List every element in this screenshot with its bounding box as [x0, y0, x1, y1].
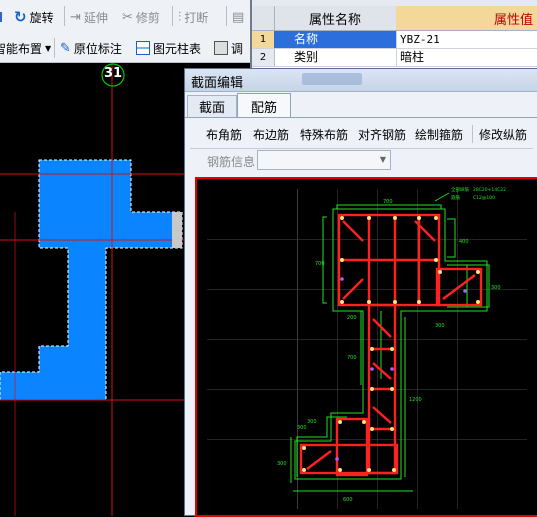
annotation-text: C12@100 — [473, 195, 495, 201]
rotate-button[interactable]: ↻ 旋转 — [14, 0, 54, 34]
dimension-label: 200 — [347, 315, 357, 321]
annotation-text: 全部纵筋 — [451, 186, 469, 193]
edge-rebar-button[interactable]: 布边筋 — [253, 126, 289, 142]
table-row[interactable]: 2 类别 暗柱 — [252, 49, 537, 67]
edge-strip — [172, 212, 182, 248]
modify-longitudinal-label: 修改纵筋 — [479, 128, 528, 142]
column-table-label: 图元柱表 — [153, 41, 202, 56]
dimension-label: 300 — [307, 419, 317, 425]
align-rebar-label: 对齐钢筋 — [358, 128, 407, 142]
draw-stirrup-label: 绘制箍筋 — [415, 128, 464, 142]
column-shape — [0, 159, 183, 401]
dimension-label: 1200 — [409, 397, 422, 403]
property-name-cell: 类别 — [294, 50, 319, 64]
table-icon — [136, 41, 150, 55]
extend-label: 延伸 — [83, 10, 108, 25]
toolbar-top: ↻ 旋转 ⇥ 延伸 ✂ 修剪 ⫶ 打断 ▤ — [0, 0, 250, 35]
section-editor-dialog: 截面编辑 截面 配筋 布角筋 布边筋 特殊布筋 对齐钢筋 绘制箍筋 修改纵筋 钢… — [184, 68, 537, 517]
toolbar-separator — [472, 125, 473, 143]
draw-stirrup-button[interactable]: 绘制箍筋 — [415, 126, 463, 142]
tab-reinforcement[interactable]: 配筋 — [237, 93, 291, 118]
tab-section-label: 截面 — [198, 101, 225, 116]
dimension-label: 700 — [383, 199, 393, 205]
blurred-row-overlay — [302, 73, 362, 85]
rotate-icon: ↻ — [14, 8, 27, 26]
trim-button[interactable]: ✂ 修剪 — [122, 0, 160, 34]
corner-rebar-button[interactable]: 布角筋 — [206, 126, 242, 142]
rebar-info-label: 钢筋信息 — [207, 155, 256, 169]
toolbar-separator — [54, 38, 55, 58]
property-value-cell[interactable]: 暗柱 — [396, 49, 424, 66]
property-grid: 属性名称 属性值 1 名称 YBZ-21 2 类别 暗柱 — [250, 0, 537, 68]
dimension-label: 700 — [315, 261, 325, 267]
smart-layout-button[interactable]: 智能布置 ▼ — [0, 34, 51, 62]
section-drawing: 700 400 700 300 300 200 700 1200 300 300… — [207, 186, 527, 509]
toolbar-separator — [172, 6, 173, 26]
dimension-label: 400 — [459, 239, 469, 245]
annotation-text: 箍筋 — [451, 194, 460, 201]
toolbar-second: 智能布置 ▼ ✎ 原位标注 图元柱表 调 — [0, 34, 250, 63]
tab-reinforcement-label: 配筋 — [250, 100, 277, 116]
adjust-button[interactable]: 调 — [214, 34, 243, 62]
chevron-down-icon: ▼ — [379, 155, 386, 164]
rotate-label: 旋转 — [29, 10, 54, 25]
annotation-icon: ✎ — [60, 40, 71, 56]
corner-rebar-label: 布角筋 — [206, 128, 243, 142]
merge-icon: ▤ — [232, 9, 245, 25]
property-grid-header: 属性名称 属性值 — [252, 6, 537, 31]
in-situ-label: 原位标注 — [73, 41, 122, 56]
partial-button[interactable] — [0, 0, 2, 34]
break-label: 打断 — [184, 10, 209, 25]
trim-icon: ✂ — [122, 9, 133, 25]
break-button[interactable]: ⫶ 打断 — [178, 0, 208, 34]
edge-rebar-label: 布边筋 — [253, 128, 290, 142]
in-situ-annotation-button[interactable]: ✎ 原位标注 — [60, 34, 122, 62]
special-rebar-button[interactable]: 特殊布筋 — [300, 126, 348, 142]
header-property-value: 属性值 — [396, 6, 537, 30]
trim-label: 修剪 — [135, 10, 160, 25]
dimension-label: 300 — [297, 425, 307, 431]
tab-section[interactable]: 截面 — [187, 95, 237, 117]
property-value-cell[interactable]: YBZ-21 — [396, 31, 440, 48]
annotation-text: 28C20+14C22 — [473, 187, 506, 193]
row-number: 2 — [252, 49, 275, 66]
header-property-name: 属性名称 — [274, 6, 397, 30]
dimension-label: 700 — [347, 355, 357, 361]
rebar-info-select[interactable]: ▼ — [257, 150, 391, 170]
property-name-cell: 名称 — [274, 31, 396, 48]
toolbar-separator — [64, 6, 65, 26]
more-button[interactable]: ▤ — [232, 0, 244, 34]
chevron-down-icon: ▼ — [45, 43, 52, 53]
extend-button[interactable]: ⇥ 延伸 — [70, 0, 108, 34]
toolbar-separator — [226, 6, 227, 26]
align-rebar-button[interactable]: 对齐钢筋 — [358, 126, 406, 142]
adjust-label: 调 — [231, 41, 244, 56]
axis-marker-label: 31 — [103, 66, 123, 81]
special-rebar-label: 特殊布筋 — [300, 128, 349, 142]
shape-icon — [0, 12, 2, 22]
extend-icon: ⇥ — [70, 9, 81, 25]
row-number: 1 — [252, 31, 275, 48]
dimension-label: 300 — [435, 323, 445, 329]
column-table-button[interactable]: 图元柱表 — [136, 34, 201, 62]
modify-longitudinal-button[interactable]: 修改纵筋 — [479, 126, 527, 142]
dimension-label: 300 — [277, 461, 287, 467]
dimension-label: 300 — [491, 285, 501, 291]
tab-divider — [185, 117, 537, 118]
dimension-label: 600 — [343, 497, 353, 503]
dialog-title: 截面编辑 — [191, 76, 244, 91]
smart-layout-label: 智能布置 — [0, 41, 43, 56]
break-icon: ⫶ — [178, 9, 182, 25]
table-row[interactable]: 1 名称 YBZ-21 — [252, 31, 537, 49]
section-canvas[interactable]: 700 400 700 300 300 200 700 1200 300 300… — [195, 177, 537, 517]
adjust-icon — [214, 41, 228, 55]
